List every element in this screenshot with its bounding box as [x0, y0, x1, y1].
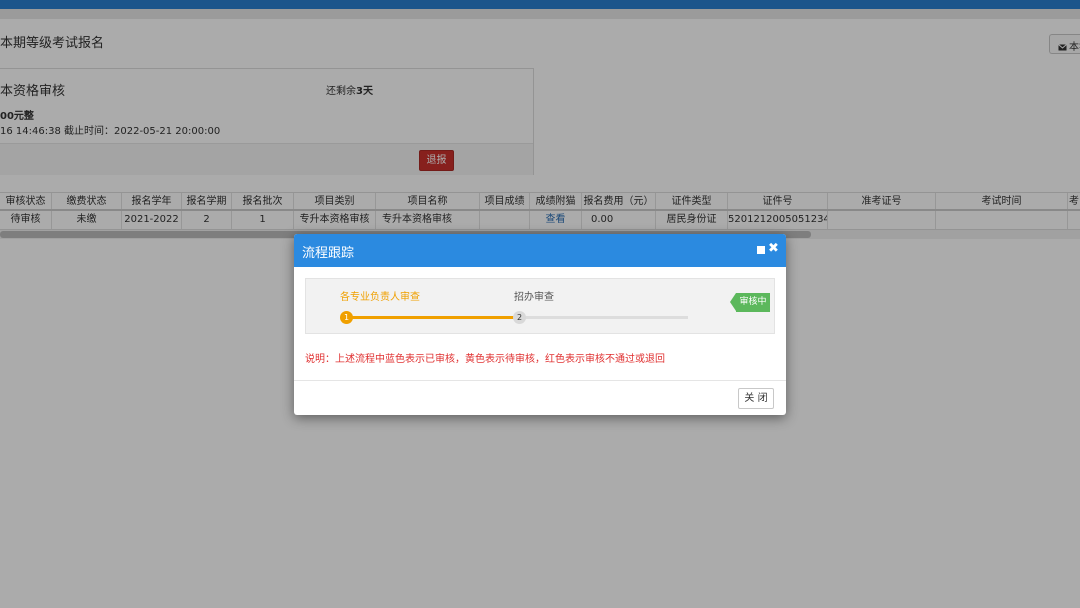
maximize-icon[interactable]	[757, 246, 765, 254]
step-2-marker: 2	[513, 311, 526, 324]
step-1-label: 各专业负责人审查	[340, 292, 420, 303]
legend-note: 说明：上述流程中蓝色表示已审核，黄色表示待审核，红色表示审核不通过或退回	[305, 354, 665, 365]
process-flow: 各专业负责人审查 招办审查 1 2 审核中	[305, 278, 775, 334]
step-2-label: 招办审查	[514, 292, 554, 303]
close-icon[interactable]: ✖	[768, 241, 779, 257]
dialog-header: 流程跟踪 ✖	[294, 234, 786, 267]
status-badge: 审核中	[730, 293, 770, 312]
progress-track-pending	[518, 316, 688, 319]
process-tracking-dialog: 流程跟踪 ✖ 各专业负责人审查 招办审查 1 2 审核中 说明：上述流程中蓝色表…	[294, 234, 786, 415]
progress-track-done	[346, 316, 518, 319]
dialog-footer: 关 闭	[294, 380, 786, 415]
close-button[interactable]: 关 闭	[738, 388, 774, 409]
step-1-marker: 1	[340, 311, 353, 324]
dialog-title: 流程跟踪	[302, 246, 355, 261]
